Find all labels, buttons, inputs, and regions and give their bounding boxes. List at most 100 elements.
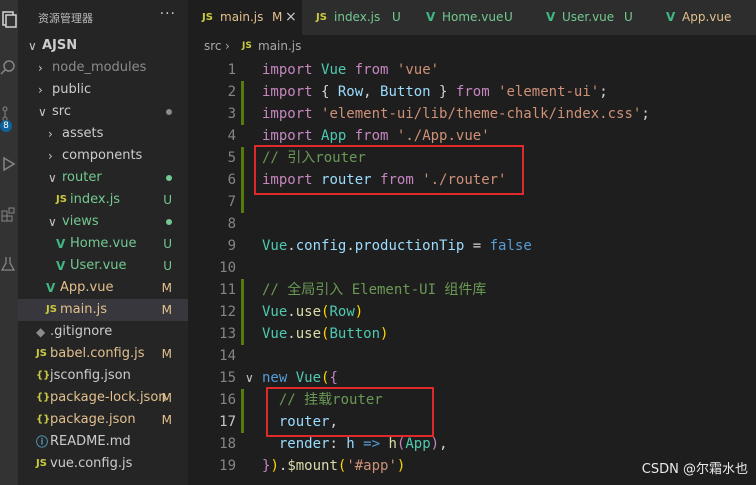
code-line[interactable]: 1 import Vue from 'vue' (188, 59, 756, 81)
tree-item-label: App.vue (60, 280, 114, 295)
code-line[interactable]: 11 // 全局引入 Element-UI 组件库 (188, 279, 756, 301)
tree-item[interactable]: JS babel.config.js M (18, 343, 188, 365)
vue-file-icon: V (46, 281, 56, 295)
code-token: config (295, 238, 347, 254)
tab-index-js[interactable]: JS index.js U (302, 0, 413, 35)
code-line[interactable]: 3 import 'element-ui/lib/theme-chalk/inde… (188, 103, 756, 125)
close-icon[interactable]: × (285, 0, 297, 35)
code-line[interactable]: 10 (188, 257, 756, 279)
chevron-right-icon: › (48, 127, 53, 141)
more-actions-icon[interactable]: ··· (160, 6, 176, 22)
tab-label: App.vue (682, 10, 732, 24)
chevron-down-icon: ∨ (48, 171, 57, 185)
added-line-marker (241, 169, 244, 191)
json-file-icon: {} (36, 414, 51, 425)
code-token: use (295, 304, 322, 320)
code-text: Vue.config.productionTip = false (262, 235, 532, 257)
code-token: import (262, 128, 313, 144)
tree-item[interactable]: › public (18, 79, 188, 101)
line-number: 3 (227, 106, 236, 122)
tree-item[interactable]: › assets (18, 123, 188, 145)
code-text: Vue.use(Row) (262, 301, 363, 323)
added-line-marker (241, 81, 244, 103)
line-number: 10 (219, 260, 236, 276)
tree-item-label: .gitignore (50, 324, 113, 339)
search-icon[interactable] (0, 58, 18, 76)
breadcrumb: src › JS main.js (188, 35, 756, 57)
tree-item[interactable]: JS vue.config.js (18, 453, 188, 475)
code-line[interactable]: 15 ∨ new Vue({ (188, 367, 756, 389)
tab-label: index.js (334, 10, 381, 24)
line-number: 18 (219, 436, 236, 452)
tree-item[interactable]: ∨ views (18, 211, 188, 233)
line-number: 15 (219, 370, 236, 386)
tree-item[interactable]: {} package.json M (18, 409, 188, 431)
code-line[interactable]: 2 import { Row, Button } from 'element-ui… (188, 81, 756, 103)
tree-item[interactable]: ∨ router (18, 167, 188, 189)
tree-item-label: jsconfig.json (50, 368, 131, 383)
tree-item[interactable]: {} package-lock.json M (18, 387, 188, 409)
tab-git-badge: U (624, 10, 633, 24)
code-token: h (346, 436, 355, 452)
line-number: 13 (219, 326, 236, 342)
code-line[interactable]: 12 Vue.use(Row) (188, 301, 756, 323)
code-token: App (321, 128, 347, 144)
code-token: . (287, 326, 296, 342)
tree-item[interactable]: ⓘ README.md (18, 431, 188, 453)
breadcrumb-file[interactable]: main.js (258, 35, 301, 57)
tree-item[interactable]: JS index.js U (18, 189, 188, 211)
line-number: 12 (219, 304, 236, 320)
tree-item[interactable]: V User.vue U (18, 255, 188, 277)
code-token: Button (329, 326, 381, 342)
tab-main-js[interactable]: JS main.js M × (188, 0, 303, 35)
code-token: . (287, 304, 296, 320)
git-status-dot (166, 109, 172, 115)
code-line[interactable]: 4 import App from './App.vue' (188, 125, 756, 147)
tree-item[interactable]: ∨ src (18, 101, 188, 123)
tree-item[interactable]: V App.vue M (18, 277, 188, 299)
tree-item[interactable]: V Home.vue U (18, 233, 188, 255)
code-line[interactable]: 14 (188, 345, 756, 367)
fold-chevron-icon[interactable]: ∨ (245, 367, 254, 389)
code-line[interactable]: 13 Vue.use(Button) (188, 323, 756, 345)
tree-item-label: src (52, 104, 71, 119)
code-line[interactable]: 9 Vue.config.productionTip = false (188, 235, 756, 257)
line-number: 14 (219, 348, 236, 364)
code-token: Vue (321, 62, 347, 78)
tree-item[interactable]: {} jsconfig.json (18, 365, 188, 387)
tree-item[interactable]: ◆ .gitignore (18, 321, 188, 343)
code-token: , (363, 84, 381, 100)
tree-item[interactable]: JS main.js M (18, 299, 188, 321)
editor-tabs: JS main.js M × JS index.js U V Home.vue U V User.vu… (188, 0, 756, 35)
added-line-marker (241, 389, 244, 411)
extensions-icon[interactable] (0, 205, 18, 223)
tree-item[interactable]: › node_modules (18, 57, 188, 79)
tab-git-badge: U (504, 10, 513, 24)
testing-icon[interactable] (0, 255, 18, 273)
code-token: './App.vue' (396, 128, 490, 144)
added-line-marker (241, 411, 244, 433)
tree-item-label: Home.vue (70, 236, 137, 251)
explorer-icon[interactable] (0, 10, 18, 28)
readme-file-icon: ⓘ (36, 435, 49, 449)
code-token: 'element-ui/lib/theme-chalk/index.css' (321, 106, 642, 122)
tab-App-vue[interactable]: V App.vue (652, 0, 756, 35)
code-token: Vue (295, 370, 322, 386)
tree-item[interactable]: ∨ AJSN (18, 35, 188, 57)
tab-Home-vue[interactable]: V Home.vue U (412, 0, 533, 35)
breadcrumb-folder[interactable]: src (204, 35, 222, 57)
tab-User-vue[interactable]: V User.vue U (532, 0, 653, 35)
js-file-icon: JS (36, 348, 47, 359)
line-number: 7 (227, 194, 236, 210)
git-status-badge: M (161, 303, 172, 317)
chevron-right-icon: › (48, 149, 53, 163)
tree-item[interactable]: › components (18, 145, 188, 167)
code-line[interactable]: 8 (188, 213, 756, 235)
tree-item-label: babel.config.js (50, 346, 145, 361)
code-editor[interactable]: 1 import Vue from 'vue' 2 import { Row, But… (188, 57, 756, 485)
run-debug-icon[interactable] (0, 155, 18, 173)
